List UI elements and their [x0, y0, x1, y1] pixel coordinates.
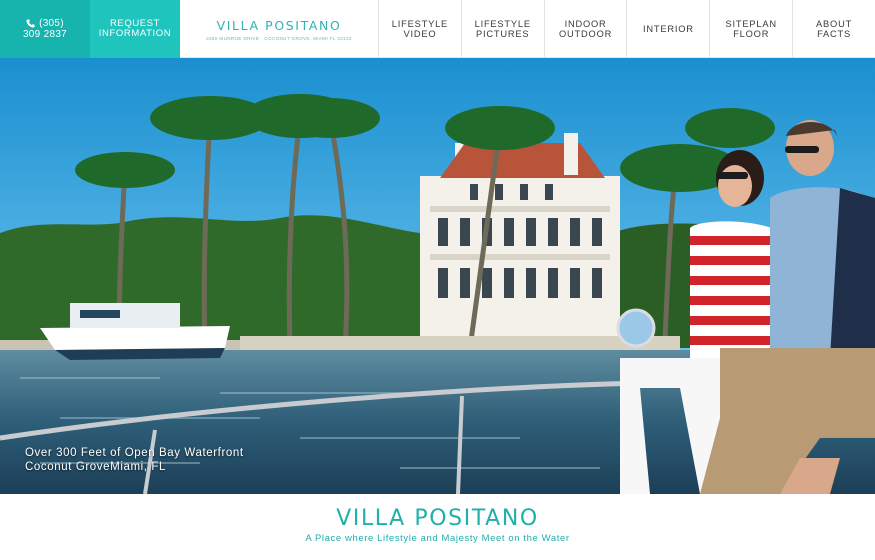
- phone-icon: [26, 19, 35, 28]
- nav-indoor-outdoor[interactable]: INDOOR OUTDOOR: [543, 0, 627, 58]
- seawall: [240, 336, 680, 350]
- nav-label-line2: OUTDOOR: [559, 29, 613, 39]
- hero-caption-line1: Over 300 Feet of Open Bay Waterfront: [25, 447, 244, 459]
- nav-label-line1: SITEPLAN: [725, 18, 777, 29]
- section-title: VILLA POSITANO: [336, 506, 539, 531]
- nav-label-line2: PICTURES: [476, 29, 530, 39]
- site-logo[interactable]: VILLA POSITANO 3360 MUNROE DRIVE · COCON…: [180, 0, 378, 58]
- nav-label-line1: LIFESTYLE: [391, 18, 449, 29]
- nav-label-line1: ABOUT: [816, 18, 853, 29]
- main-nav: LIFESTYLE VIDEO LIFESTYLE PICTURES INDOOR O…: [378, 0, 875, 58]
- hero-banner: Over 300 Feet of Open Bay Waterfront Coc…: [0, 58, 875, 494]
- phone-number: 309 2837: [22, 29, 68, 40]
- request-information-button[interactable]: REQUEST INFORMATION: [90, 0, 180, 58]
- nav-interior[interactable]: INTERIOR: [626, 0, 709, 58]
- spotlight: [616, 308, 656, 348]
- nav-siteplan-floor[interactable]: SITEPLAN FLOOR: [709, 0, 792, 58]
- nav-label-line1: INDOOR: [564, 18, 607, 29]
- intro-section: VILLA POSITANO A Place where Lifestyle a…: [0, 494, 875, 560]
- hero-caption: Over 300 Feet of Open Bay Waterfront Coc…: [25, 446, 244, 474]
- phone-number-area: (305): [39, 18, 64, 29]
- hero-photo: [0, 58, 875, 494]
- site-header: (305) 309 2837 REQUEST INFORMATION VILLA…: [0, 0, 875, 58]
- nav-label-line1: INTERIOR: [642, 23, 694, 34]
- nav-lifestyle-video[interactable]: LIFESTYLE VIDEO: [378, 0, 461, 58]
- nav-about-facts[interactable]: ABOUT FACTS: [792, 0, 875, 58]
- logo-address: 3360 MUNROE DRIVE · COCONUT GROVE, MIAMI…: [206, 35, 352, 41]
- hero-caption-line2: Coconut GroveMiami, FL: [25, 461, 167, 473]
- request-label-line2: INFORMATION: [98, 28, 172, 39]
- nav-lifestyle-pictures[interactable]: LIFESTYLE PICTURES: [460, 0, 544, 58]
- phone-button[interactable]: (305) 309 2837: [0, 0, 90, 58]
- nav-label-line1: LIFESTYLE: [474, 18, 531, 29]
- section-subtitle: A Place where Lifestyle and Majesty Meet…: [305, 533, 570, 544]
- nav-label-line2: FACTS: [817, 29, 852, 39]
- nav-label-line2: FLOOR: [733, 29, 770, 39]
- logo-title: VILLA POSITANO: [216, 17, 342, 33]
- nav-label-line2: VIDEO: [403, 29, 437, 39]
